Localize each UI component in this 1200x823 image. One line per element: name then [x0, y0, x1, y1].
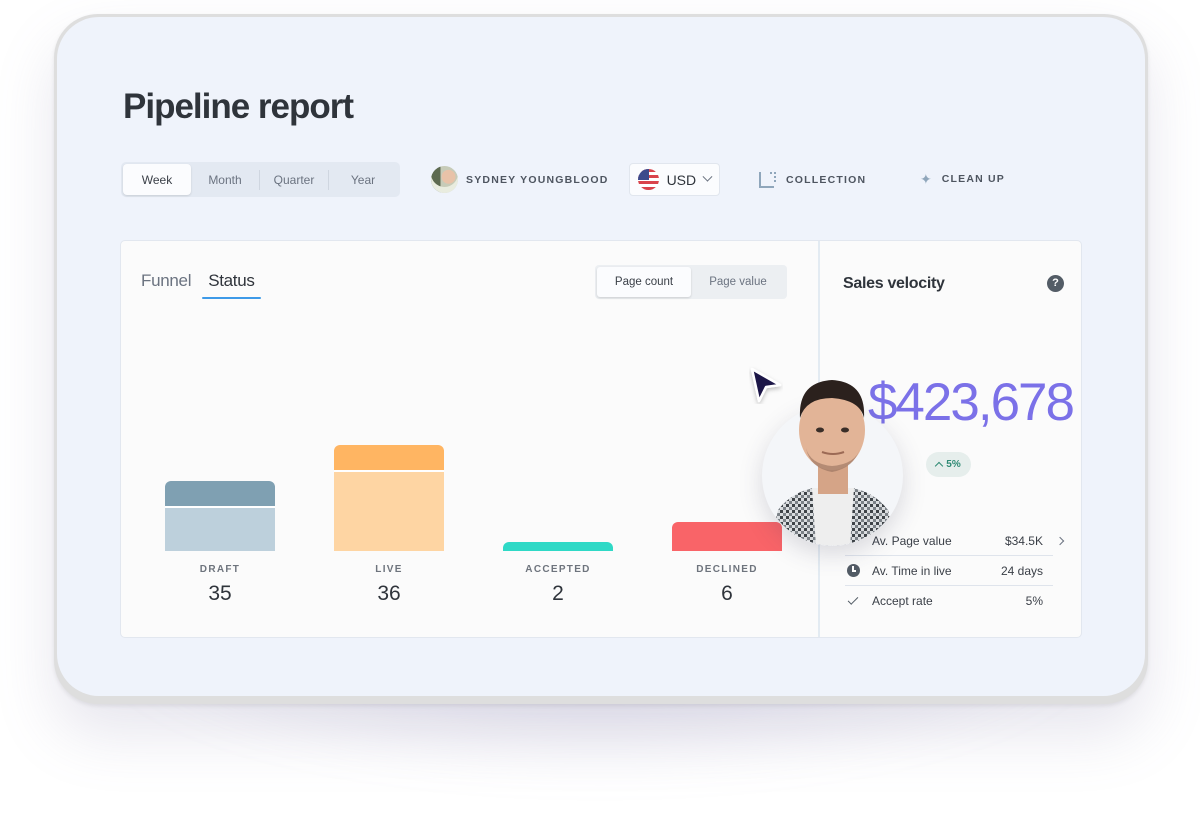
- period-year[interactable]: Year: [329, 164, 397, 195]
- bar-label-live: LIVE: [375, 564, 403, 575]
- clock-icon: [845, 563, 861, 579]
- bar-accepted[interactable]: [503, 542, 613, 551]
- collaborator-avatar: [770, 380, 896, 546]
- bar-label-draft: DRAFT: [199, 564, 241, 575]
- bar-value-declined: 6: [721, 582, 733, 605]
- report-card: Funnel Status Page count Page value DRAF…: [120, 240, 1082, 638]
- collection-button[interactable]: COLLECTION: [759, 172, 867, 188]
- period-month[interactable]: Month: [191, 164, 259, 195]
- bar-value-accepted: 2: [552, 582, 564, 605]
- period-year-label: Year: [350, 172, 376, 187]
- chevron-right-icon[interactable]: [1055, 536, 1065, 546]
- check-icon: [845, 593, 861, 609]
- period-week[interactable]: Week: [123, 164, 191, 195]
- collection-icon: [759, 172, 776, 188]
- stat-label: Accept rate: [872, 594, 933, 608]
- bar-label-declined: DECLINED: [696, 564, 758, 575]
- clean-up-label: CLEAN UP: [941, 173, 1006, 185]
- app-screen: Pipeline report Week Month Quarter Year …: [57, 17, 1145, 696]
- sales-velocity-title: Sales velocity: [843, 275, 945, 292]
- user-filter-button[interactable]: SYDNEY YOUNGBLOOD: [431, 166, 609, 193]
- collaborator-photo: [762, 380, 903, 546]
- bar-draft[interactable]: [165, 481, 275, 551]
- period-quarter-label: Quarter: [273, 172, 315, 187]
- help-icon[interactable]: ?: [1047, 275, 1064, 292]
- caret-up-icon: [935, 461, 944, 471]
- stat-value: 5%: [1025, 594, 1043, 608]
- device-frame: Pipeline report Week Month Quarter Year …: [54, 14, 1148, 704]
- page-title: Pipeline report: [123, 87, 354, 126]
- period-selector: Week Month Quarter Year: [121, 162, 400, 197]
- stat-label: Av. Time in live: [872, 563, 952, 578]
- bar-live[interactable]: [334, 445, 444, 551]
- period-week-label: Week: [141, 172, 173, 187]
- bar-label-accepted: ACCEPTED: [525, 564, 591, 575]
- stat-row-time-in-live: Av. Time in live 24 days: [845, 556, 1053, 586]
- user-name: SYDNEY YOUNGBLOOD: [466, 173, 609, 186]
- chevron-down-icon: [702, 171, 713, 182]
- bar-value-live: 36: [377, 582, 401, 605]
- collection-label: COLLECTION: [786, 173, 867, 186]
- user-avatar: [431, 166, 458, 193]
- clean-up-button[interactable]: ✦ CLEAN UP: [920, 172, 1005, 186]
- stat-value: 24 days: [1000, 563, 1043, 578]
- currency-select[interactable]: USD: [629, 163, 720, 196]
- period-month-label: Month: [208, 172, 242, 187]
- trend-value: 5%: [946, 459, 961, 470]
- stat-row-accept-rate: Accept rate 5%: [845, 586, 1053, 616]
- sparkle-icon: ✦: [920, 171, 932, 187]
- us-flag-icon: [638, 169, 659, 190]
- trend-badge: 5%: [926, 452, 971, 477]
- stat-value: $34.5K: [1004, 533, 1043, 548]
- status-bar-chart: DRAFT 35 LIVE 36 ACCEPTED 2 DECLINED 6: [121, 241, 818, 639]
- period-quarter[interactable]: Quarter: [260, 164, 328, 195]
- currency-value: USD: [666, 171, 697, 188]
- bar-value-draft: 35: [208, 582, 232, 605]
